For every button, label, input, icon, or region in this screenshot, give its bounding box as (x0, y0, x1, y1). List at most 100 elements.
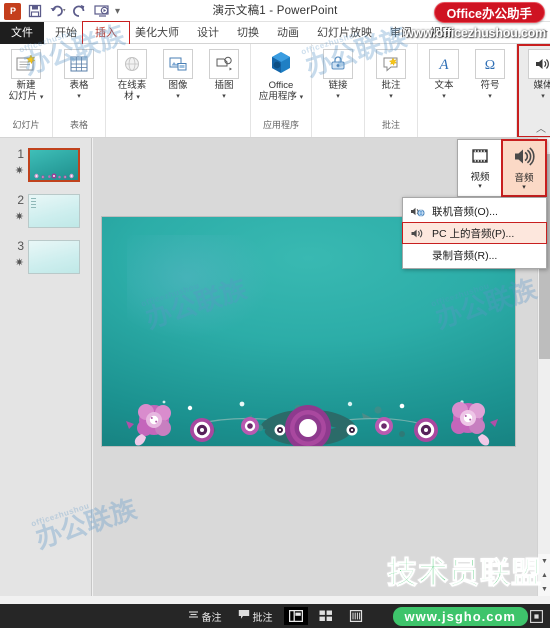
illustrations-button[interactable]: 插图 ▾ (201, 46, 247, 100)
tab-slideshow[interactable]: 幻灯片放映 (308, 22, 381, 44)
link-icon (323, 49, 353, 79)
online-material-label: 在线素材 ▾ (117, 80, 147, 102)
svg-text:Ω: Ω (485, 58, 495, 73)
office-assistant-badge: Office办公助手 (433, 2, 545, 23)
menu-item-pc-audio[interactable]: PC 上的音频(P)... (402, 222, 547, 244)
link-caret-icon[interactable]: ▾ (336, 93, 340, 100)
thumbnail-row-3[interactable]: 3 ✷ (8, 240, 80, 274)
normal-view-button[interactable] (283, 607, 308, 625)
symbol-button[interactable]: Ω 符号 ▾ (467, 46, 513, 100)
video-menu-button[interactable]: 视频 ▾ (458, 140, 502, 196)
media-dropdown-panel: 视频 ▾ 音频 ▾ (457, 139, 547, 197)
comment-button[interactable]: 批注 ▾ (368, 46, 414, 100)
images-caret-icon[interactable]: ▾ (176, 93, 180, 100)
thumbnail-number-2: 2 (17, 193, 24, 207)
audio-menu-button[interactable]: 音频 ▾ (501, 139, 547, 197)
comments-bubble-icon (238, 609, 250, 623)
new-slide-label: 新建 幻灯片 ▾ (8, 80, 44, 102)
symbol-label: 符号 (480, 80, 500, 91)
slide-sorter-icon (319, 610, 332, 621)
ribbon-group-apps-label: 应用程序 (262, 120, 299, 130)
link-button[interactable]: 链接 ▾ (315, 46, 361, 100)
slide-thumbnail-pane[interactable]: 1 ✷ 2 ✷ 3 ✷ (0, 138, 92, 596)
audio-dropdown-menu: 联机音频(O)... PC 上的音频(P)... 录制音频(R)... (402, 197, 547, 269)
thumbnail-2-placeholder-lines (31, 198, 41, 210)
symbol-caret-icon[interactable]: ▾ (488, 93, 492, 100)
reading-view-icon (349, 610, 362, 622)
symbol-icon: Ω (475, 49, 505, 79)
collapse-ribbon-icon[interactable]: ︿ (536, 120, 546, 135)
menu-item-online-audio[interactable]: 联机音频(O)... (403, 200, 546, 222)
link-label: 链接 (328, 80, 348, 91)
audio-speaker-icon (512, 146, 536, 172)
ribbon-group-links-label (315, 118, 361, 134)
table-label: 表格 (69, 80, 89, 91)
illustrations-label: 插图 (214, 80, 234, 91)
tab-insert[interactable]: 插入 (82, 21, 130, 45)
images-button[interactable]: 图像 ▾ (155, 46, 201, 100)
comment-label: 批注 (381, 80, 401, 91)
media-caret-icon[interactable]: ▾ (541, 93, 545, 100)
office-apps-button[interactable]: Office 应用程序 ▾ (254, 46, 308, 102)
office-apps-label: Office 应用程序 ▾ (258, 80, 304, 102)
comments-button[interactable]: 批注 (230, 604, 281, 628)
thumbnail-number-3: 3 (17, 239, 24, 253)
jsgho-url-badge: www.jsgho.com (392, 607, 528, 626)
thumbnail-2[interactable] (28, 194, 80, 228)
ribbon-group-comments-label: 批注 (381, 120, 400, 130)
notes-icon (188, 609, 199, 623)
illustrations-caret-icon[interactable]: ▾ (222, 93, 226, 100)
illustrations-icon (209, 49, 239, 79)
record-audio-icon (409, 248, 425, 262)
menu-item-record-audio-label: 录制音频(R)... (432, 249, 498, 262)
fit-slide-to-window-icon (529, 609, 543, 623)
pc-audio-icon (409, 226, 425, 240)
notes-button[interactable]: 备注 (180, 604, 230, 628)
tab-animations[interactable]: 动画 (268, 22, 308, 44)
reading-view-button[interactable] (344, 607, 368, 625)
thumbnail-3[interactable] (28, 240, 80, 274)
menu-item-record-audio[interactable]: 录制音频(R)... (403, 244, 546, 266)
ribbon-group-table-label: 表格 (69, 120, 88, 130)
comment-icon (376, 49, 406, 79)
thumbnail-row-2[interactable]: 2 ✷ (8, 194, 80, 228)
online-audio-icon (409, 204, 425, 218)
menu-item-pc-audio-label: PC 上的音频(P)... (432, 227, 515, 240)
table-caret-icon[interactable]: ▾ (77, 93, 81, 100)
media-button[interactable]: 媒体 ▾ (520, 46, 550, 100)
tab-home[interactable]: 开始 (46, 22, 86, 44)
text-button[interactable]: A 文本 ▾ (421, 46, 467, 100)
ribbon: 新建 幻灯片 ▾ 幻灯片 表格 ▾ 表格 在线素 材 ▾ 图像 ▾ 插图 ▾ O… (0, 44, 550, 138)
video-caret-icon[interactable]: ▾ (478, 183, 482, 190)
svg-text:A: A (438, 57, 449, 73)
normal-view-icon (288, 610, 303, 622)
thumbnail-star-icon: ✷ (14, 165, 24, 177)
tab-beautify-master[interactable]: 美化大师 (126, 22, 188, 44)
thumbnail-number-1: 1 (17, 147, 24, 161)
tab-insert-label: 插入 (95, 27, 117, 39)
ribbon-group-media-content-label (109, 118, 247, 134)
tab-design[interactable]: 设计 (188, 22, 228, 44)
text-caret-icon[interactable]: ▾ (442, 93, 446, 100)
new-slide-button[interactable]: 新建 幻灯片 ▾ (3, 46, 49, 102)
fit-slide-to-window-button[interactable] (528, 608, 544, 624)
text-icon: A (429, 49, 459, 79)
audio-caret-icon[interactable]: ▾ (522, 184, 526, 191)
ribbon-group-comments: 批注 ▾ 批注 (365, 44, 418, 137)
thumbnail-1[interactable] (28, 148, 80, 182)
ribbon-group-text-symbols-label (421, 118, 513, 134)
thumbnail-row-1[interactable]: 1 ✷ (8, 148, 80, 182)
ribbon-group-apps: Office 应用程序 ▾ 应用程序 (251, 44, 312, 137)
office-apps-icon (266, 49, 296, 79)
thumbnail-star-icon: ✷ (14, 257, 24, 269)
thumbnail-floral-decoration (34, 173, 74, 179)
notes-label: 备注 (201, 612, 222, 624)
comment-caret-icon[interactable]: ▾ (389, 93, 393, 100)
online-material-button[interactable]: 在线素材 ▾ (109, 46, 155, 102)
tab-transitions[interactable]: 切换 (228, 22, 268, 44)
tab-file[interactable]: 文件 (0, 22, 44, 44)
table-button[interactable]: 表格 ▾ (56, 46, 102, 100)
slide-sorter-view-button[interactable] (314, 607, 338, 625)
floral-border-decoration (126, 400, 498, 446)
text-label: 文本 (434, 80, 454, 91)
